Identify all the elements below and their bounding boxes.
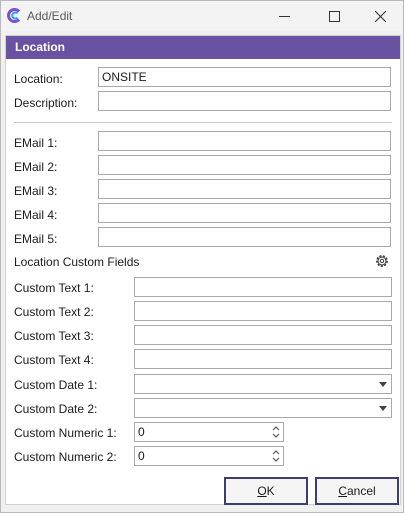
maximize-button[interactable] <box>311 1 357 31</box>
email-5-input[interactable] <box>98 227 391 247</box>
window-title: Add/Edit <box>27 9 73 23</box>
minimize-icon <box>278 15 290 17</box>
email-1-input[interactable] <box>98 131 391 151</box>
cancel-button[interactable]: Cancel <box>315 477 399 505</box>
description-input[interactable] <box>98 91 391 111</box>
dialog-content: Location Location: Description: EMail 1:… <box>5 35 401 505</box>
custom-text-1-input[interactable] <box>134 277 392 297</box>
custom-numeric-2-value: 0 <box>138 449 145 463</box>
custom-text-2-label: Custom Text 2: <box>14 305 94 319</box>
location-input[interactable] <box>98 67 391 87</box>
location-label: Location: <box>14 72 63 86</box>
email-5-label: EMail 5: <box>14 232 58 246</box>
email-1-label: EMail 1: <box>14 136 58 150</box>
cancel-label-rest: ancel <box>346 484 376 498</box>
custom-date-1-picker[interactable] <box>134 374 392 394</box>
custom-date-2-label: Custom Date 2: <box>14 402 98 416</box>
spinner-arrows-icon[interactable] <box>271 424 281 440</box>
email-2-label: EMail 2: <box>14 160 58 174</box>
custom-numeric-1-label: Custom Numeric 1: <box>14 426 117 440</box>
custom-text-1-label: Custom Text 1: <box>14 281 94 295</box>
ok-button[interactable]: OK <box>224 477 308 505</box>
custom-text-4-input[interactable] <box>134 349 392 369</box>
custom-numeric-2-stepper[interactable]: 0 <box>134 446 284 466</box>
custom-fields-section-label: Location Custom Fields <box>14 255 140 269</box>
chevron-down-icon[interactable] <box>379 382 387 387</box>
email-2-input[interactable] <box>98 155 391 175</box>
custom-text-2-input[interactable] <box>134 301 392 321</box>
email-4-label: EMail 4: <box>14 208 58 222</box>
custom-date-2-picker[interactable] <box>134 398 392 418</box>
chevron-down-icon[interactable] <box>379 406 387 411</box>
app-logo-icon <box>7 8 21 23</box>
ok-mnemonic: O <box>257 484 267 498</box>
email-3-label: EMail 3: <box>14 184 58 198</box>
description-label: Description: <box>14 96 78 110</box>
close-icon <box>374 10 386 22</box>
email-3-input[interactable] <box>98 179 391 199</box>
cancel-mnemonic: C <box>338 484 347 498</box>
divider <box>14 122 392 123</box>
custom-numeric-2-label: Custom Numeric 2: <box>14 450 117 464</box>
custom-text-3-input[interactable] <box>134 325 392 345</box>
maximize-icon <box>328 10 340 22</box>
close-button[interactable] <box>357 1 403 31</box>
custom-numeric-1-stepper[interactable]: 0 <box>134 422 284 442</box>
spinner-arrows-icon[interactable] <box>271 448 281 464</box>
title-bar[interactable]: Add/Edit <box>1 1 403 31</box>
minimize-button[interactable] <box>261 1 307 31</box>
custom-date-1-label: Custom Date 1: <box>14 378 98 392</box>
custom-numeric-1-value: 0 <box>138 425 145 439</box>
gear-icon[interactable] <box>374 253 390 269</box>
custom-text-3-label: Custom Text 3: <box>14 329 94 343</box>
add-edit-window: Add/Edit Location Location: Description:… <box>0 0 404 513</box>
section-header: Location <box>6 36 400 59</box>
email-4-input[interactable] <box>98 203 391 223</box>
ok-label-rest: K <box>266 484 275 498</box>
custom-text-4-label: Custom Text 4: <box>14 353 94 367</box>
